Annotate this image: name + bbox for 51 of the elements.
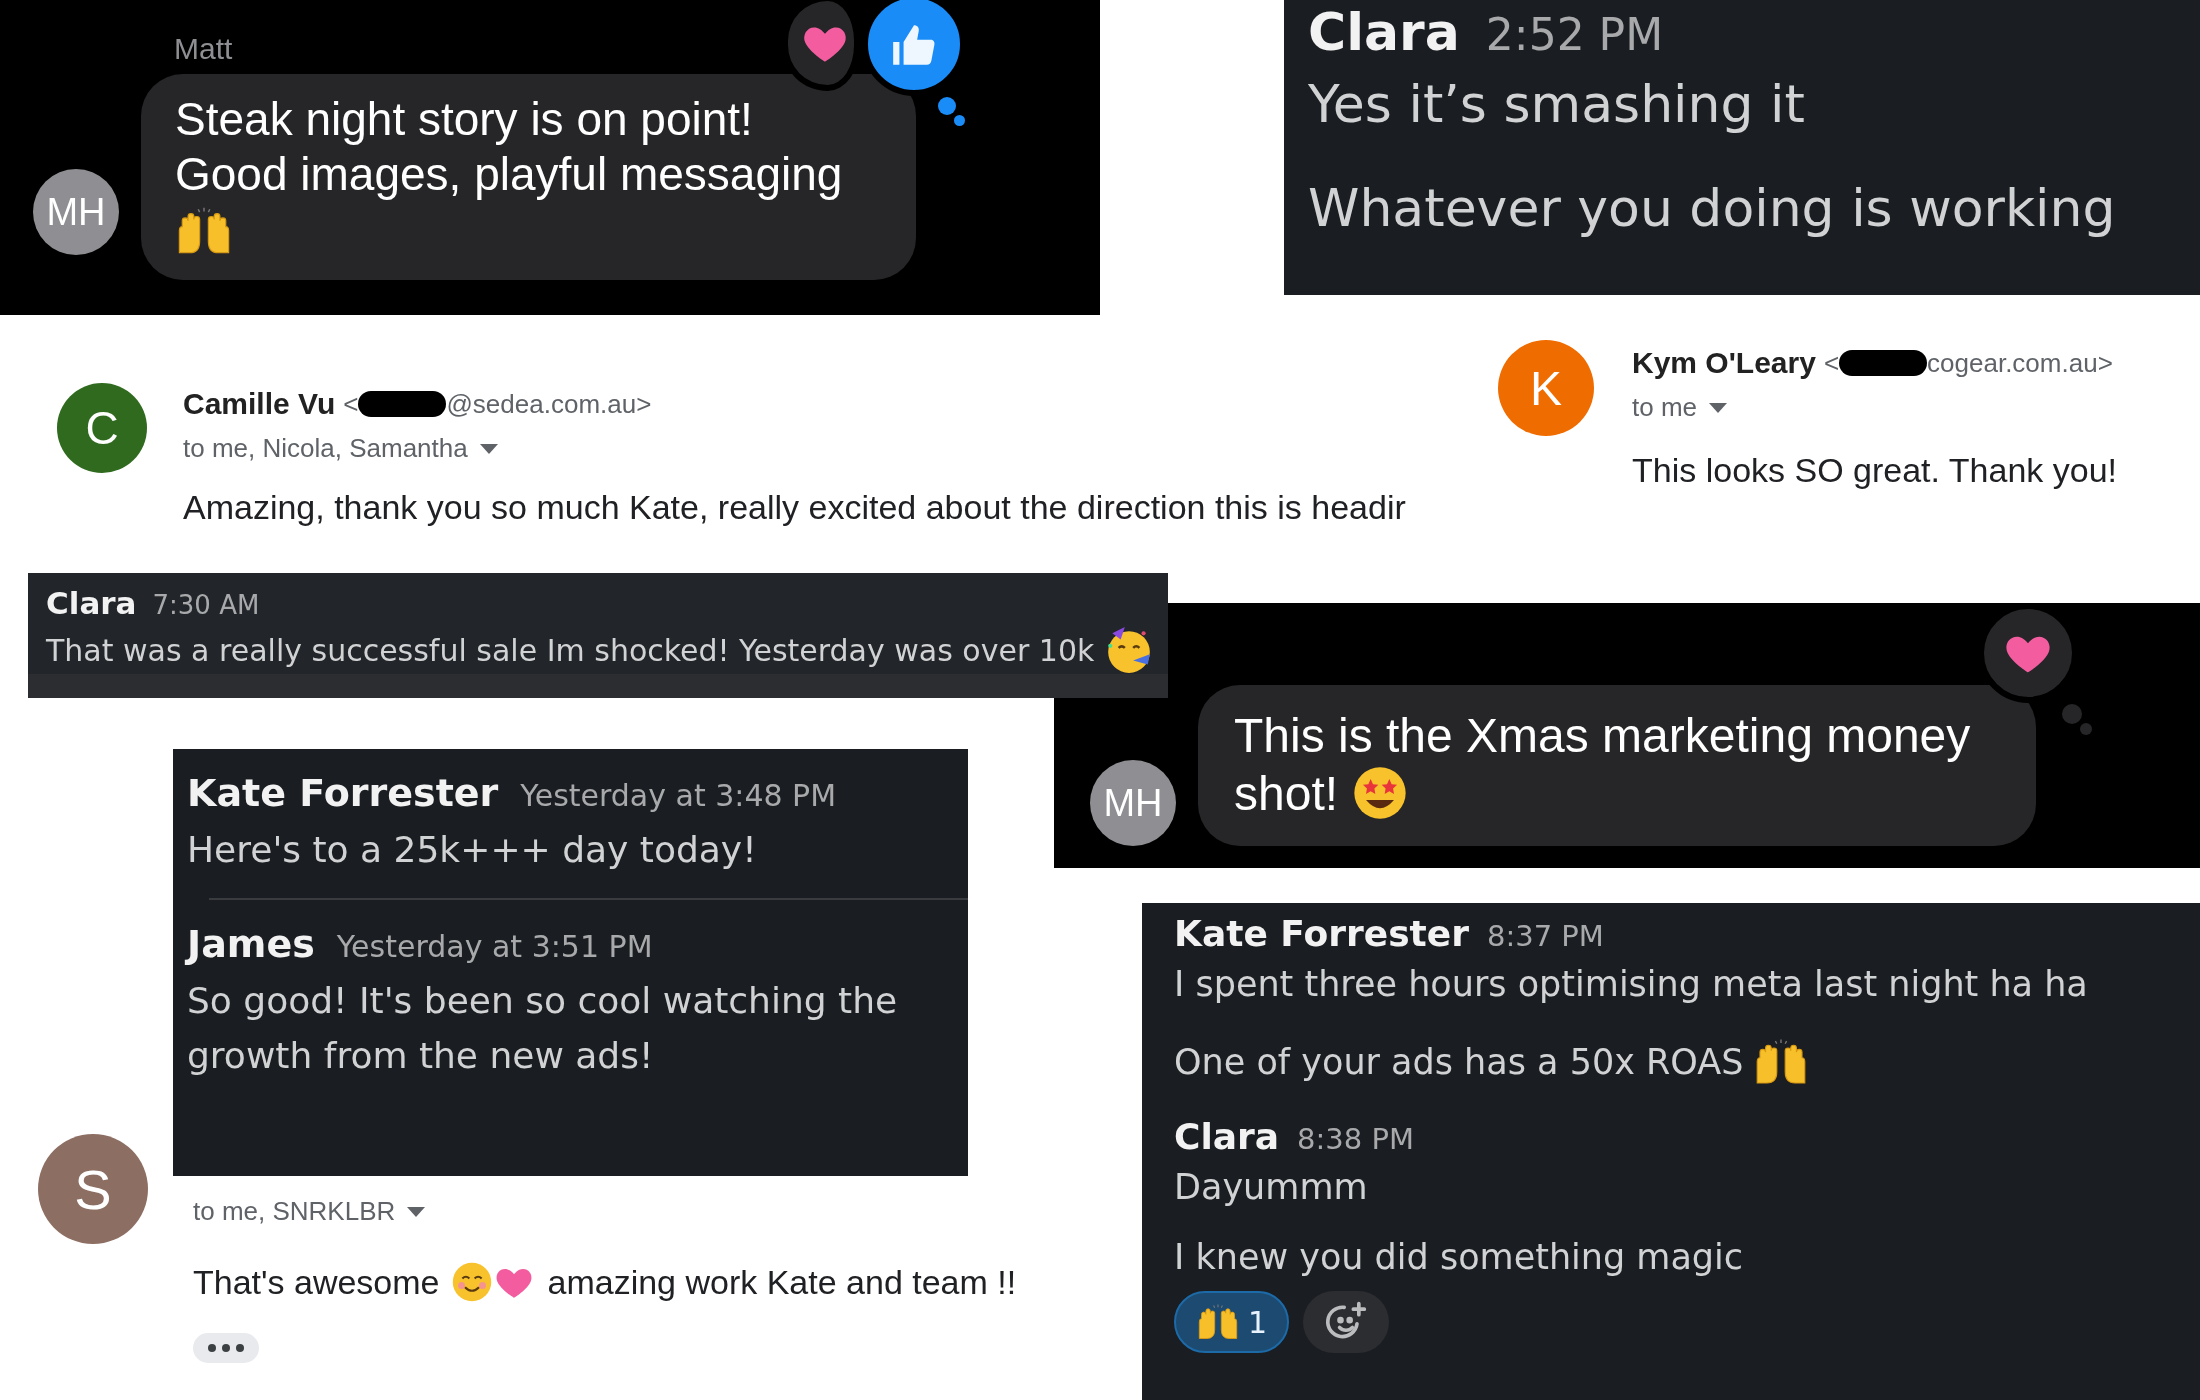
message-text: Dayummm: [1174, 1167, 1368, 1207]
email-body: Amazing, thank you so much Kate, really excited about the direction this is headir: [183, 488, 1406, 527]
message-text: Whatever you doing is working: [1308, 178, 2116, 238]
email-body-text: amazing work Kate and team !!: [547, 1262, 1017, 1302]
message-time: Yesterday at 3:51 PM: [336, 929, 653, 964]
message-text: One of your ads has a 50x ROAS: [1174, 1042, 1744, 1082]
message-bubble: Steak night story is on point! Good images, playful messaging: [141, 74, 916, 281]
email-address-start: <: [1823, 347, 1840, 379]
avatar: C: [57, 383, 147, 473]
sender-name: Kate Forrester: [187, 771, 499, 815]
star-eyes-face-icon: [1352, 765, 1409, 822]
sender-name: Kate Forrester: [1174, 913, 1469, 954]
sender-name: Clara: [1308, 2, 1460, 62]
avatar: K: [1498, 340, 1594, 436]
sender-name: Kym O'Leary: [1632, 346, 1816, 380]
message-text: I knew you did something magic: [1174, 1237, 1744, 1277]
message-text: Here's to a 25k+++ day today!: [187, 829, 757, 870]
recipients-text: to me, Nicola, Samantha: [183, 433, 468, 464]
email-body: This looks SO great. Thank you!: [1632, 451, 2118, 490]
message-text: That was a really successful sale Im shocked! Yesterday was over 10k: [46, 632, 1095, 668]
avatar: MH: [33, 169, 119, 256]
email-body-text: That's awesome: [193, 1262, 440, 1302]
email-address-end: cogear.com.au>: [1927, 347, 2113, 379]
show-trimmed-button[interactable]: [193, 1333, 259, 1363]
sender-name: Clara: [1174, 1116, 1280, 1157]
message-bubble: This is the Xmas marketing money shot!: [1198, 685, 2036, 847]
sender-name: Clara: [46, 585, 137, 621]
email-address-start: <: [343, 388, 359, 420]
email-address-end: @sedea.com.au>: [446, 388, 652, 420]
more-icon: [206, 1343, 246, 1353]
message-time: 8:37 PM: [1486, 919, 1604, 953]
recipients-text: to me: [1632, 392, 1698, 423]
reaction-pill[interactable]: 1: [1174, 1291, 1290, 1353]
dropdown-caret-icon[interactable]: [1709, 402, 1728, 413]
recipients-text: to me, SNRKLBR: [193, 1196, 396, 1227]
sender-name: Camille Vu: [183, 387, 336, 421]
message-time: Yesterday at 3:48 PM: [520, 778, 837, 813]
message-time: 7:30 AM: [152, 590, 260, 620]
avatar: MH: [1090, 760, 1176, 847]
dropdown-caret-icon[interactable]: [479, 443, 498, 454]
message-time: 2:52 PM: [1485, 9, 1664, 60]
dropdown-caret-icon[interactable]: [407, 1206, 426, 1217]
message-time: 8:38 PM: [1297, 1122, 1414, 1156]
message-text: growth from the new ads!: [187, 1035, 654, 1076]
message-text: Yes it’s smashing it: [1308, 74, 1805, 134]
avatar: S: [38, 1134, 148, 1244]
message-text: I spent three hours optimising meta last night ha ha: [1174, 964, 2088, 1004]
sender-name: James: [187, 922, 315, 966]
message-text: So good! It's been so cool watching the: [187, 980, 898, 1021]
sender-name: Matt: [174, 32, 233, 66]
smiling-face-icon: [451, 1261, 494, 1303]
